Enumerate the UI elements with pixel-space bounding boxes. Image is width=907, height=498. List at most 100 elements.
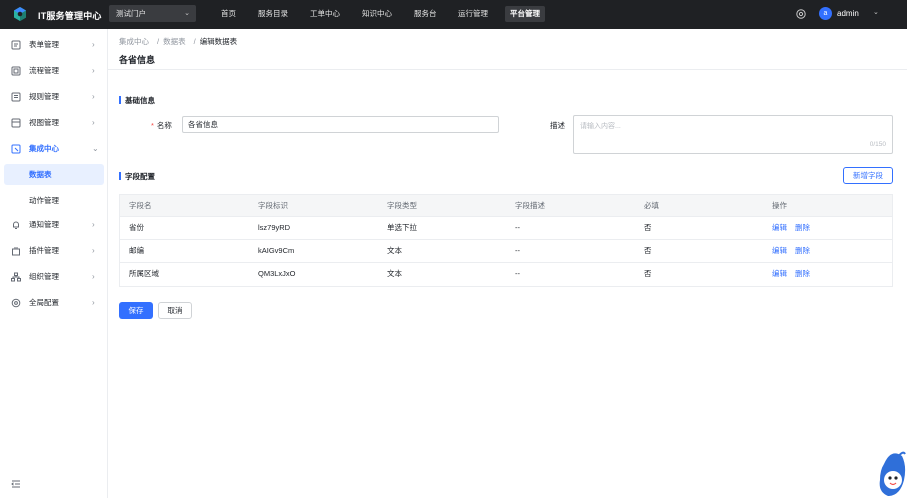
chevron-right-icon: ›: [92, 66, 95, 75]
sidebar-item-plugin-management[interactable]: 插件管理 ›: [0, 239, 108, 263]
chevron-down-icon[interactable]: ⌄: [873, 8, 879, 16]
field-type: 单选下拉: [387, 223, 417, 232]
org-icon: [11, 272, 21, 282]
field-required: 否: [644, 246, 652, 255]
chevron-right-icon: ›: [92, 118, 95, 127]
sidebar-item-label: 视图管理: [29, 118, 59, 127]
bell-icon: [13, 221, 19, 229]
chevron-down-icon: ⌄: [184, 10, 190, 17]
cancel-button[interactable]: 取消: [158, 302, 192, 319]
nav-service-catalog[interactable]: 服务目录: [258, 6, 288, 22]
description-textarea[interactable]: 请输入内容... 0/150: [573, 115, 893, 154]
edit-link[interactable]: 编辑: [772, 223, 787, 232]
nav-ticket-center[interactable]: 工单中心: [310, 6, 340, 22]
view-icon: [11, 118, 21, 128]
edit-link[interactable]: 编辑: [772, 246, 787, 255]
integration-icon: [11, 144, 21, 154]
top-navbar: IT服务管理中心 测试门户 ⌄ 首页 服务目录 工单中心 知识中心 服务台 运行…: [0, 0, 907, 29]
row-actions: 编辑 删除: [772, 240, 818, 262]
chevron-right-icon: ›: [92, 298, 95, 307]
desc-label: 描述: [550, 121, 565, 130]
char-counter: 0/150: [869, 141, 886, 148]
nav-home[interactable]: 首页: [221, 6, 236, 22]
sidebar-item-view-management[interactable]: 视图管理 ›: [0, 111, 108, 135]
chevron-right-icon: ›: [92, 92, 95, 101]
table-header: 字段名 字段标识 字段类型 字段描述 必填 操作: [120, 195, 892, 217]
name-label: * 名称: [151, 121, 172, 130]
sidebar-item-integration-center[interactable]: 集成中心 ⌄: [0, 137, 108, 161]
form-icon: [11, 40, 21, 50]
chevron-right-icon: ›: [92, 40, 95, 49]
chevron-down-icon: ⌄: [92, 144, 99, 153]
portal-select[interactable]: 测试门户 ⌄: [109, 5, 196, 22]
breadcrumb-item[interactable]: 数据表: [163, 37, 186, 46]
table-row: 邮编 kAIGv9Cm 文本 -- 否 编辑 删除: [120, 240, 892, 263]
required-mark: *: [151, 121, 154, 130]
table-row: 所属区域 QM3LxJxO 文本 -- 否 编辑 删除: [120, 263, 892, 286]
sidebar-item-flow-management[interactable]: 流程管理 ›: [0, 59, 108, 83]
flow-icon: [11, 66, 21, 76]
field-desc: --: [515, 269, 520, 278]
row-actions: 编辑 删除: [772, 263, 818, 285]
breadcrumb: 集成中心 / 数据表 / 编辑数据表: [119, 37, 238, 46]
table-row: 省份 lsz79yRD 单选下拉 -- 否 编辑 删除: [120, 217, 892, 240]
section-title-fields: 字段配置: [119, 171, 155, 182]
chevron-right-icon: ›: [92, 246, 95, 255]
sidebar-item-label: 流程管理: [29, 66, 59, 75]
sidebar-subitem-data-table[interactable]: 数据表: [4, 164, 104, 185]
column-header: 必填: [644, 201, 659, 210]
delete-link[interactable]: 删除: [795, 269, 810, 278]
field-name: 省份: [129, 223, 144, 232]
divider: [108, 69, 907, 70]
nav-knowledge-center[interactable]: 知识中心: [362, 6, 392, 22]
column-header: 字段名: [129, 201, 152, 210]
chevron-right-icon: ›: [92, 272, 95, 281]
sidebar-item-org-management[interactable]: 组织管理 ›: [0, 265, 108, 289]
app-logo-icon: [14, 7, 26, 21]
name-input[interactable]: 各省信息: [182, 116, 499, 133]
delete-link[interactable]: 删除: [795, 246, 810, 255]
add-field-button[interactable]: 新增字段: [843, 167, 893, 184]
delete-link[interactable]: 删除: [795, 223, 810, 232]
breadcrumb-current: 编辑数据表: [199, 37, 238, 46]
collapse-sidebar-icon[interactable]: [11, 479, 21, 489]
field-desc: --: [515, 223, 520, 232]
field-type: 文本: [387, 246, 402, 255]
sidebar-item-rule-management[interactable]: 规则管理 ›: [0, 85, 108, 109]
sidebar-item-label: 表单管理: [29, 40, 59, 49]
rule-icon: [11, 92, 21, 102]
avatar[interactable]: a: [819, 7, 832, 20]
row-actions: 编辑 删除: [772, 217, 818, 239]
chevron-right-icon: ›: [92, 220, 95, 229]
nav-operations[interactable]: 运行管理: [458, 6, 488, 22]
sidebar-item-label: 规则管理: [29, 92, 59, 101]
edit-link[interactable]: 编辑: [772, 269, 787, 278]
sidebar-item-label: 插件管理: [29, 246, 59, 255]
save-button[interactable]: 保存: [119, 302, 153, 319]
app-title: IT服务管理中心: [38, 11, 102, 21]
field-required: 否: [644, 269, 652, 278]
nav-platform-management[interactable]: 平台管理: [505, 6, 545, 22]
nav-service-desk[interactable]: 服务台: [414, 6, 437, 22]
sidebar-item-label: 全局配置: [29, 298, 59, 307]
sidebar: 表单管理 › 流程管理 › 规则管理 › 视图管理 › 集成中心 ⌄ 数据表 动…: [0, 29, 108, 498]
assistant-mascot-icon[interactable]: [876, 446, 907, 498]
description-placeholder: 请输入内容...: [580, 123, 621, 130]
breadcrumb-item[interactable]: 集成中心: [119, 37, 149, 46]
sidebar-item-label: 集成中心: [29, 144, 59, 153]
sidebar-item-notification-management[interactable]: 通知管理 ›: [0, 213, 108, 237]
column-header: 操作: [772, 201, 787, 210]
field-key: lsz79yRD: [258, 223, 291, 232]
user-name[interactable]: admin: [837, 9, 859, 18]
section-title-basic: 基础信息: [119, 95, 155, 106]
sidebar-subitem-action-management[interactable]: 动作管理: [4, 190, 104, 211]
gear-icon[interactable]: [795, 8, 807, 20]
field-desc: --: [515, 246, 520, 255]
field-key: QM3LxJxO: [258, 269, 296, 278]
sidebar-item-global-config[interactable]: 全局配置 ›: [0, 291, 108, 315]
field-type: 文本: [387, 269, 402, 278]
settings-icon: [11, 298, 21, 308]
page-title: 各省信息: [119, 55, 156, 65]
fields-table: 字段名 字段标识 字段类型 字段描述 必填 操作 省份 lsz79yRD 单选下…: [119, 194, 893, 287]
sidebar-item-form-management[interactable]: 表单管理 ›: [0, 33, 108, 57]
